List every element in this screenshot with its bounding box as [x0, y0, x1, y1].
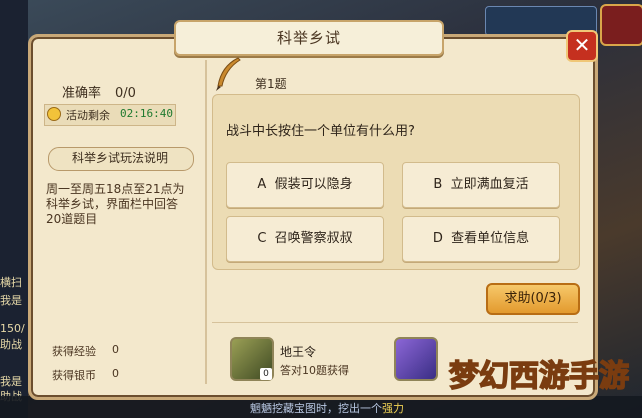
reward-exp-row: 获得经验 0	[52, 343, 119, 359]
option-letter: A	[257, 177, 267, 192]
option-d-button[interactable]: D 查看单位信息	[402, 216, 560, 262]
close-button[interactable]: ✕	[566, 30, 598, 62]
reward-item-name: 地王令	[280, 345, 317, 359]
page-title: 科举乡试	[276, 29, 341, 47]
bg-chat-line: 我是	[0, 375, 22, 388]
option-c-button[interactable]: C 召唤警察叔叔	[226, 216, 384, 262]
chat-message: 魍魉挖藏宝图时，挖出一个强力	[250, 402, 404, 415]
reward-silver-row: 获得银币 0	[52, 367, 119, 383]
option-letter: C	[257, 231, 267, 246]
timer-value: 02:16:40	[120, 107, 173, 120]
question-text: 战斗中长按住一个单位有什么用?	[226, 124, 415, 139]
blue-token-item-icon[interactable]	[394, 337, 438, 381]
event-description: 周一至周五18点至21点为科举乡试，界面栏中回答20道题目	[46, 182, 185, 226]
rules-button-label[interactable]: 科举乡试玩法说明	[48, 147, 192, 169]
svg-text:梦幻西游手游: 梦幻西游手游	[449, 359, 629, 394]
option-letter: D	[432, 231, 443, 246]
option-letter: B	[433, 177, 443, 192]
option-b-button[interactable]: B 立即满血复活	[402, 162, 560, 208]
game-left-strip	[0, 0, 28, 418]
timer-label: 活动剩余	[66, 109, 110, 122]
question-number: 第1题	[255, 77, 287, 91]
game-logo: 梦幻西游手游	[448, 358, 630, 395]
option-text: 查看单位信息	[451, 231, 530, 246]
option-a-label[interactable]: A 假装可以隐身	[227, 163, 383, 207]
help-button-label[interactable]: 求助(0/3)	[488, 285, 578, 313]
reward-item-condition: 答对10题获得	[280, 364, 349, 377]
accuracy-value: 0/0	[115, 86, 136, 101]
option-text: 召唤警察叔叔	[274, 231, 353, 246]
option-c-label[interactable]: C 召唤警察叔叔	[227, 217, 383, 261]
option-text: 假装可以隐身	[274, 177, 353, 192]
bg-chat-line: 助战	[0, 338, 22, 351]
reward-silver-value: 0	[112, 367, 119, 380]
player-avatar[interactable]	[600, 4, 642, 46]
clock-icon	[47, 107, 61, 121]
quill-icon	[216, 57, 241, 91]
option-b-label[interactable]: B 立即满血复活	[403, 163, 559, 207]
help-button[interactable]: 求助(0/3)	[486, 283, 580, 315]
accuracy-label: 准确率	[62, 86, 102, 101]
title-plate: 科举乡试	[174, 20, 444, 56]
bg-chat-line: 横扫	[0, 276, 22, 289]
option-d-label[interactable]: D 查看单位信息	[403, 217, 559, 261]
reward-silver-label: 获得银币	[52, 369, 96, 382]
close-icon: ✕	[573, 33, 591, 57]
reward-exp-value: 0	[112, 343, 119, 356]
accuracy-row: 准确率 0/0	[62, 82, 136, 101]
reward-divider	[212, 322, 578, 323]
option-text: 立即满血复活	[450, 177, 529, 192]
bg-chat-line: 我是	[0, 294, 22, 307]
column-divider	[205, 60, 207, 384]
option-a-button[interactable]: A 假装可以隐身	[226, 162, 384, 208]
item-count-badge: 0	[260, 368, 272, 380]
bg-chat-line: 150/	[0, 322, 25, 335]
reward-exp-label: 获得经验	[52, 345, 96, 358]
